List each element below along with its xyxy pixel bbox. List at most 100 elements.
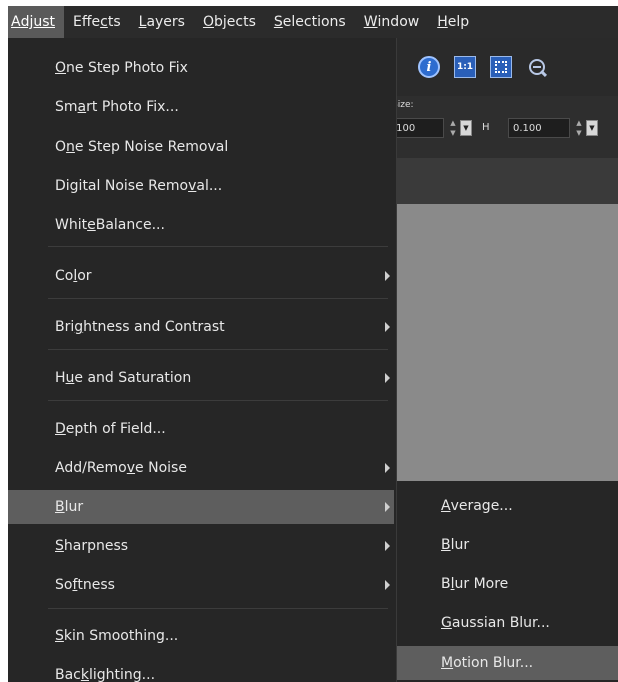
- menu-mnemonic: O: [202, 14, 214, 30]
- item-label-part: H: [55, 370, 66, 386]
- item-label-part: e Step Noise Removal: [74, 139, 229, 155]
- item-mnemonic: B: [441, 537, 451, 553]
- menu-item-one-step-noise-removal[interactable]: One Step Noise Removal: [8, 131, 394, 163]
- item-label-part: Whit: [55, 217, 88, 233]
- menu-adjust[interactable]: Adjust: [8, 6, 65, 38]
- item-label-part: Co: [55, 268, 74, 284]
- item-label-part: lighting...: [89, 667, 156, 682]
- item-label-part: Balance...: [95, 217, 165, 233]
- submenu-item-gaussian-blur[interactable]: Gaussian Blur...: [397, 607, 618, 639]
- menu-item-brightness-and-contrast[interactable]: Bri g htness and Contrast: [8, 311, 394, 343]
- menu-mnemonic: L: [138, 14, 147, 30]
- height-label: H: [482, 122, 490, 133]
- item-mnemonic: D: [55, 421, 66, 437]
- item-mnemonic: M: [441, 655, 454, 671]
- submenu-arrow-icon: [385, 502, 390, 512]
- menu-selections[interactable]: Selections: [265, 6, 355, 38]
- menu-label-part: bjects: [214, 14, 256, 30]
- item-mnemonic: e: [87, 217, 96, 233]
- width-dropdown-button[interactable]: ▼: [460, 120, 472, 136]
- height-dropdown-button[interactable]: ▼: [586, 120, 598, 136]
- menu-item-add-remove-noise[interactable]: Add/Remo v e Noise: [8, 452, 394, 484]
- fit-frame-shape: [495, 61, 507, 73]
- menu-item-white-balance[interactable]: Whit e Balance...: [8, 209, 394, 241]
- item-label-part: ur More: [454, 576, 509, 592]
- app-window: Adjust Effe c ts Layers Objects Selections…: [8, 6, 618, 682]
- blur-submenu: Average... Blur Bl ur More Gaussian Blur.…: [396, 481, 618, 682]
- submenu-item-blur-more[interactable]: Bl ur More: [397, 568, 618, 600]
- menu-item-softness[interactable]: So f tness: [8, 569, 394, 601]
- height-spinner[interactable]: ▲ ▼: [574, 118, 584, 138]
- menu-item-color[interactable]: Co l or: [8, 260, 394, 292]
- height-input[interactable]: 0.100: [508, 118, 570, 138]
- toolbar: i 1:1: [388, 38, 618, 96]
- item-mnemonic: G: [441, 615, 452, 631]
- menu-help[interactable]: Help: [428, 6, 478, 38]
- menu-item-blur[interactable]: Blur: [8, 490, 394, 524]
- item-mnemonic: S: [55, 538, 64, 554]
- submenu-arrow-icon: [385, 580, 390, 590]
- item-label-part: lur: [64, 499, 84, 515]
- menu-mnemonic: W: [363, 14, 378, 30]
- menu-item-digital-noise-removal[interactable]: Digital Noise Remo v al...: [8, 170, 394, 202]
- zoom-handle-shape: [539, 69, 548, 78]
- item-label-part: e Noise: [135, 460, 187, 476]
- menu-mnemonic: H: [437, 14, 448, 30]
- item-label-part: Add/Remo: [55, 460, 127, 476]
- item-mnemonic: g: [74, 319, 84, 335]
- item-label-part: Bac: [55, 667, 81, 682]
- submenu-arrow-icon: [385, 463, 390, 473]
- item-label-part: otion Blur...: [453, 655, 534, 671]
- menu-label-part: elections: [282, 14, 346, 30]
- menu-mnemonic: c: [100, 14, 108, 30]
- menu-item-hue-and-saturation[interactable]: Hue and Saturation: [8, 362, 394, 394]
- menu-mnemonic: A: [11, 14, 21, 30]
- item-label-part: Digital Noise Remo: [55, 178, 189, 194]
- menu-effects[interactable]: Effe c ts: [64, 6, 130, 38]
- width-spinner[interactable]: ▲ ▼: [448, 118, 458, 138]
- zoom-minus-shape: [533, 66, 541, 68]
- fit-to-window-icon[interactable]: [490, 56, 512, 78]
- menu-separator: [48, 400, 388, 401]
- menu-item-depth-of-field[interactable]: Depth of Field...: [8, 413, 394, 445]
- item-label-part: So: [55, 577, 73, 593]
- menu-window[interactable]: Window: [355, 6, 429, 38]
- menu-item-smart-photo-fix[interactable]: Sm a rt Photo Fix...: [8, 91, 394, 123]
- submenu-arrow-icon: [385, 541, 390, 551]
- image-canvas[interactable]: [388, 204, 618, 481]
- item-label-part: O: [55, 139, 67, 155]
- menu-item-sharpness[interactable]: Sharpness: [8, 530, 394, 562]
- menu-item-backlighting[interactable]: Bac k lighting...: [8, 659, 394, 682]
- item-label-part: al...: [196, 178, 223, 194]
- item-label-part: Bri: [55, 319, 75, 335]
- menu-layers[interactable]: Layers: [130, 6, 194, 38]
- item-label-part: lur: [450, 537, 470, 553]
- menu-label-part: Effe: [73, 14, 101, 30]
- submenu-item-motion-blur[interactable]: Motion Blur...: [397, 646, 618, 680]
- submenu-item-average[interactable]: Average...: [397, 490, 618, 522]
- submenu-arrow-icon: [385, 271, 390, 281]
- menu-separator: [48, 349, 388, 350]
- zoom-out-icon[interactable]: [526, 56, 548, 78]
- info-icon[interactable]: i: [418, 56, 440, 78]
- menu-label-part: ts: [107, 14, 121, 30]
- menu-item-skin-smoothing[interactable]: Skin Smoothing...: [8, 620, 394, 652]
- menu-objects[interactable]: Objects: [194, 6, 265, 38]
- menu-item-one-step-photo-fix[interactable]: One Step Photo Fix: [8, 52, 394, 84]
- item-label-part: htness and Contrast: [83, 319, 225, 335]
- menu-label-part: ayers: [146, 14, 185, 30]
- submenu-item-blur[interactable]: Blur: [397, 529, 618, 561]
- property-bar: Size: .100 ▲ ▼ ▼ H 0.100 ▲ ▼ ▼: [388, 96, 618, 158]
- menu-label-part: elp: [447, 14, 470, 30]
- actual-size-icon[interactable]: 1:1: [454, 56, 476, 78]
- menu-bar: Adjust Effe c ts Layers Objects Selections…: [8, 6, 618, 38]
- item-label-part: rt Photo Fix...: [86, 99, 179, 115]
- item-label-part: or: [77, 268, 92, 284]
- item-mnemonic: A: [441, 498, 451, 514]
- item-label-part: e and Saturation: [74, 370, 192, 386]
- item-mnemonic: n: [66, 139, 75, 155]
- item-mnemonic: S: [55, 628, 64, 644]
- item-label-part: ne Step Photo Fix: [66, 60, 188, 76]
- menu-separator: [48, 608, 388, 609]
- item-label-part: epth of Field...: [65, 421, 166, 437]
